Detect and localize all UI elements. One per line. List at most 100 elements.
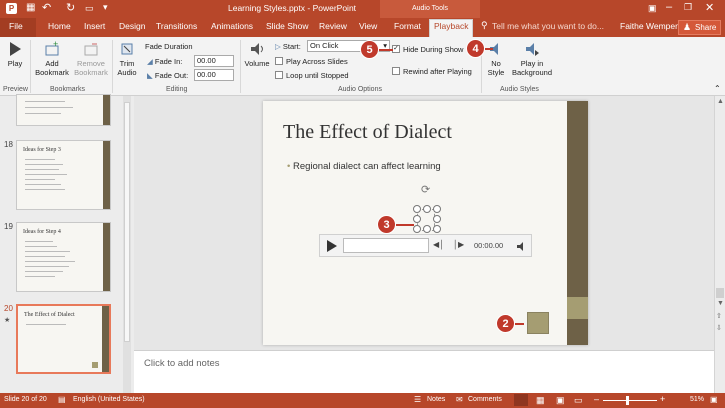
- tab-review[interactable]: Review: [319, 21, 347, 31]
- separator: [240, 40, 241, 93]
- reading-view-icon[interactable]: ▣: [556, 395, 565, 406]
- play-in-background-button[interactable]: Play in Background: [510, 41, 554, 77]
- notes-pane[interactable]: Click to add notes: [134, 350, 714, 393]
- resize-handle[interactable]: [433, 205, 441, 213]
- resize-handle[interactable]: [433, 215, 441, 223]
- slide-show-icon[interactable]: ▭: [574, 395, 583, 406]
- no-style-button[interactable]: No Style: [484, 41, 508, 77]
- next-slide-icon[interactable]: ⇩: [716, 324, 722, 332]
- language-status[interactable]: English (United States): [73, 396, 145, 403]
- start-from-beginning-icon[interactable]: ▭: [85, 3, 94, 14]
- forward-icon[interactable]: │▶: [453, 240, 464, 249]
- scroll-down-icon[interactable]: ▼: [717, 300, 724, 307]
- fade-out-spinner[interactable]: 00.00: [194, 69, 234, 81]
- slide-canvas[interactable]: The Effect of Dialect • Regional dialect…: [263, 101, 588, 345]
- bookmarks-group-label: Bookmarks: [50, 86, 86, 93]
- proofing-icon[interactable]: ▤: [58, 395, 66, 404]
- normal-view-icon[interactable]: [514, 394, 528, 406]
- resize-handle[interactable]: [423, 205, 431, 213]
- previous-slide-icon[interactable]: ⇧: [716, 312, 722, 320]
- tab-file[interactable]: File: [9, 21, 23, 31]
- volume-button[interactable]: Volume: [243, 41, 271, 68]
- rewind-after-playing-checkbox[interactable]: Rewind after Playing: [392, 67, 472, 76]
- comments-button[interactable]: Comments: [468, 396, 502, 403]
- thumbnail-slide-18[interactable]: Ideas for Step 3: [16, 140, 111, 210]
- tab-view[interactable]: View: [359, 21, 377, 31]
- audio-player-bar: ◀│ │▶ 00:00.00: [319, 234, 532, 257]
- slide-number: 18: [4, 140, 13, 149]
- ribbon-display-options-icon[interactable]: ▣: [648, 3, 657, 14]
- undo-icon[interactable]: ↶: [42, 1, 51, 14]
- fade-out-field[interactable]: 00.00: [194, 69, 234, 81]
- zoom-slider[interactable]: [603, 400, 657, 401]
- notes-icon[interactable]: ☰: [414, 395, 421, 404]
- callout-4: 4: [466, 39, 485, 58]
- audio-options-group-label: Audio Options: [338, 86, 382, 93]
- tab-transitions[interactable]: Transitions: [156, 21, 197, 31]
- notes-placeholder[interactable]: Click to add notes: [144, 358, 220, 369]
- tab-home[interactable]: Home: [48, 21, 71, 31]
- resize-handle[interactable]: [413, 225, 421, 233]
- play-button[interactable]: Play: [4, 41, 26, 68]
- remove-bookmark-button[interactable]: Remove Bookmark: [72, 41, 110, 77]
- trim-audio-button[interactable]: Trim Audio: [114, 41, 140, 77]
- play-label: Play: [7, 59, 23, 68]
- fade-in-field[interactable]: 00.00: [194, 55, 234, 67]
- audio-progress-track[interactable]: [343, 238, 429, 253]
- play-across-slides-checkbox[interactable]: Play Across Slides: [275, 57, 348, 66]
- thumbnail-slide-20[interactable]: The Effect of Dialect: [16, 304, 111, 374]
- hide-during-show-checkbox[interactable]: ✓ Hide During Show: [392, 45, 463, 54]
- resize-handle[interactable]: [433, 225, 441, 233]
- customize-toolbar-icon[interactable]: ▾: [103, 2, 108, 13]
- resize-handle[interactable]: [413, 215, 421, 223]
- minimize-icon[interactable]: –: [666, 1, 672, 13]
- tab-design[interactable]: Design: [119, 21, 145, 31]
- start-label: ▷ Start:: [275, 42, 301, 51]
- zoom-slider-thumb[interactable]: [626, 396, 629, 405]
- loop-until-stopped-checkbox[interactable]: Loop until Stopped: [275, 71, 349, 80]
- resize-handle[interactable]: [413, 205, 421, 213]
- thumbnail-slide-17[interactable]: [16, 94, 111, 126]
- slide-bullet[interactable]: • Regional dialect can affect learning: [287, 161, 441, 172]
- thumbnail-scrollbar[interactable]: [123, 96, 131, 393]
- redo-icon[interactable]: ↻: [66, 1, 75, 14]
- play-background-speaker-icon: [526, 43, 539, 56]
- rewind-icon[interactable]: ◀│: [433, 240, 444, 249]
- comments-icon[interactable]: ✉: [456, 395, 463, 404]
- tab-insert[interactable]: Insert: [84, 21, 105, 31]
- slide-sorter-icon[interactable]: ▦: [536, 395, 545, 406]
- fade-in-spinner[interactable]: 00.00: [194, 55, 234, 67]
- thumbnail-slide-19[interactable]: Ideas for Step 4: [16, 222, 111, 292]
- maximize-icon[interactable]: ❐: [684, 2, 692, 13]
- audio-object-icon[interactable]: [527, 312, 549, 334]
- zoom-out-icon[interactable]: –: [594, 394, 599, 404]
- tab-format[interactable]: Format: [394, 21, 421, 31]
- user-name[interactable]: Faithe Wempen: [620, 21, 680, 31]
- scrollbar-thumb[interactable]: [124, 102, 130, 342]
- collapse-ribbon-icon[interactable]: ⌃: [714, 84, 721, 93]
- share-label: Share: [695, 23, 717, 32]
- add-bookmark-button[interactable]: + Add Bookmark: [34, 41, 70, 77]
- zoom-level[interactable]: 51%: [690, 396, 704, 403]
- rotate-handle-icon[interactable]: ⟳: [421, 183, 430, 196]
- play-icon: [10, 42, 21, 56]
- volume-icon: [517, 242, 523, 251]
- close-icon[interactable]: ✕: [705, 1, 714, 14]
- save-icon[interactable]: ▦: [26, 2, 35, 13]
- slide-scrollbar[interactable]: ▲ ▼ ⇧ ⇩: [714, 96, 725, 393]
- add-bookmark-icon: +: [45, 41, 59, 56]
- slide-title[interactable]: The Effect of Dialect: [283, 121, 452, 144]
- svg-text:+: +: [53, 41, 58, 49]
- scrollbar-thumb[interactable]: [716, 288, 724, 298]
- share-button[interactable]: ♟ Share: [678, 20, 721, 35]
- slide-count[interactable]: Slide 20 of 20: [4, 396, 47, 403]
- resize-handle[interactable]: [423, 225, 431, 233]
- notes-button[interactable]: Notes: [427, 396, 445, 403]
- tell-me-search[interactable]: Tell me what you want to do...: [492, 21, 604, 31]
- scroll-up-icon[interactable]: ▲: [717, 98, 724, 105]
- tab-animations[interactable]: Animations: [211, 21, 253, 31]
- zoom-in-icon[interactable]: +: [660, 394, 665, 404]
- tab-slide-show[interactable]: Slide Show: [266, 21, 309, 31]
- tab-playback[interactable]: Playback: [434, 21, 469, 31]
- fit-slide-icon[interactable]: ▣: [710, 395, 718, 404]
